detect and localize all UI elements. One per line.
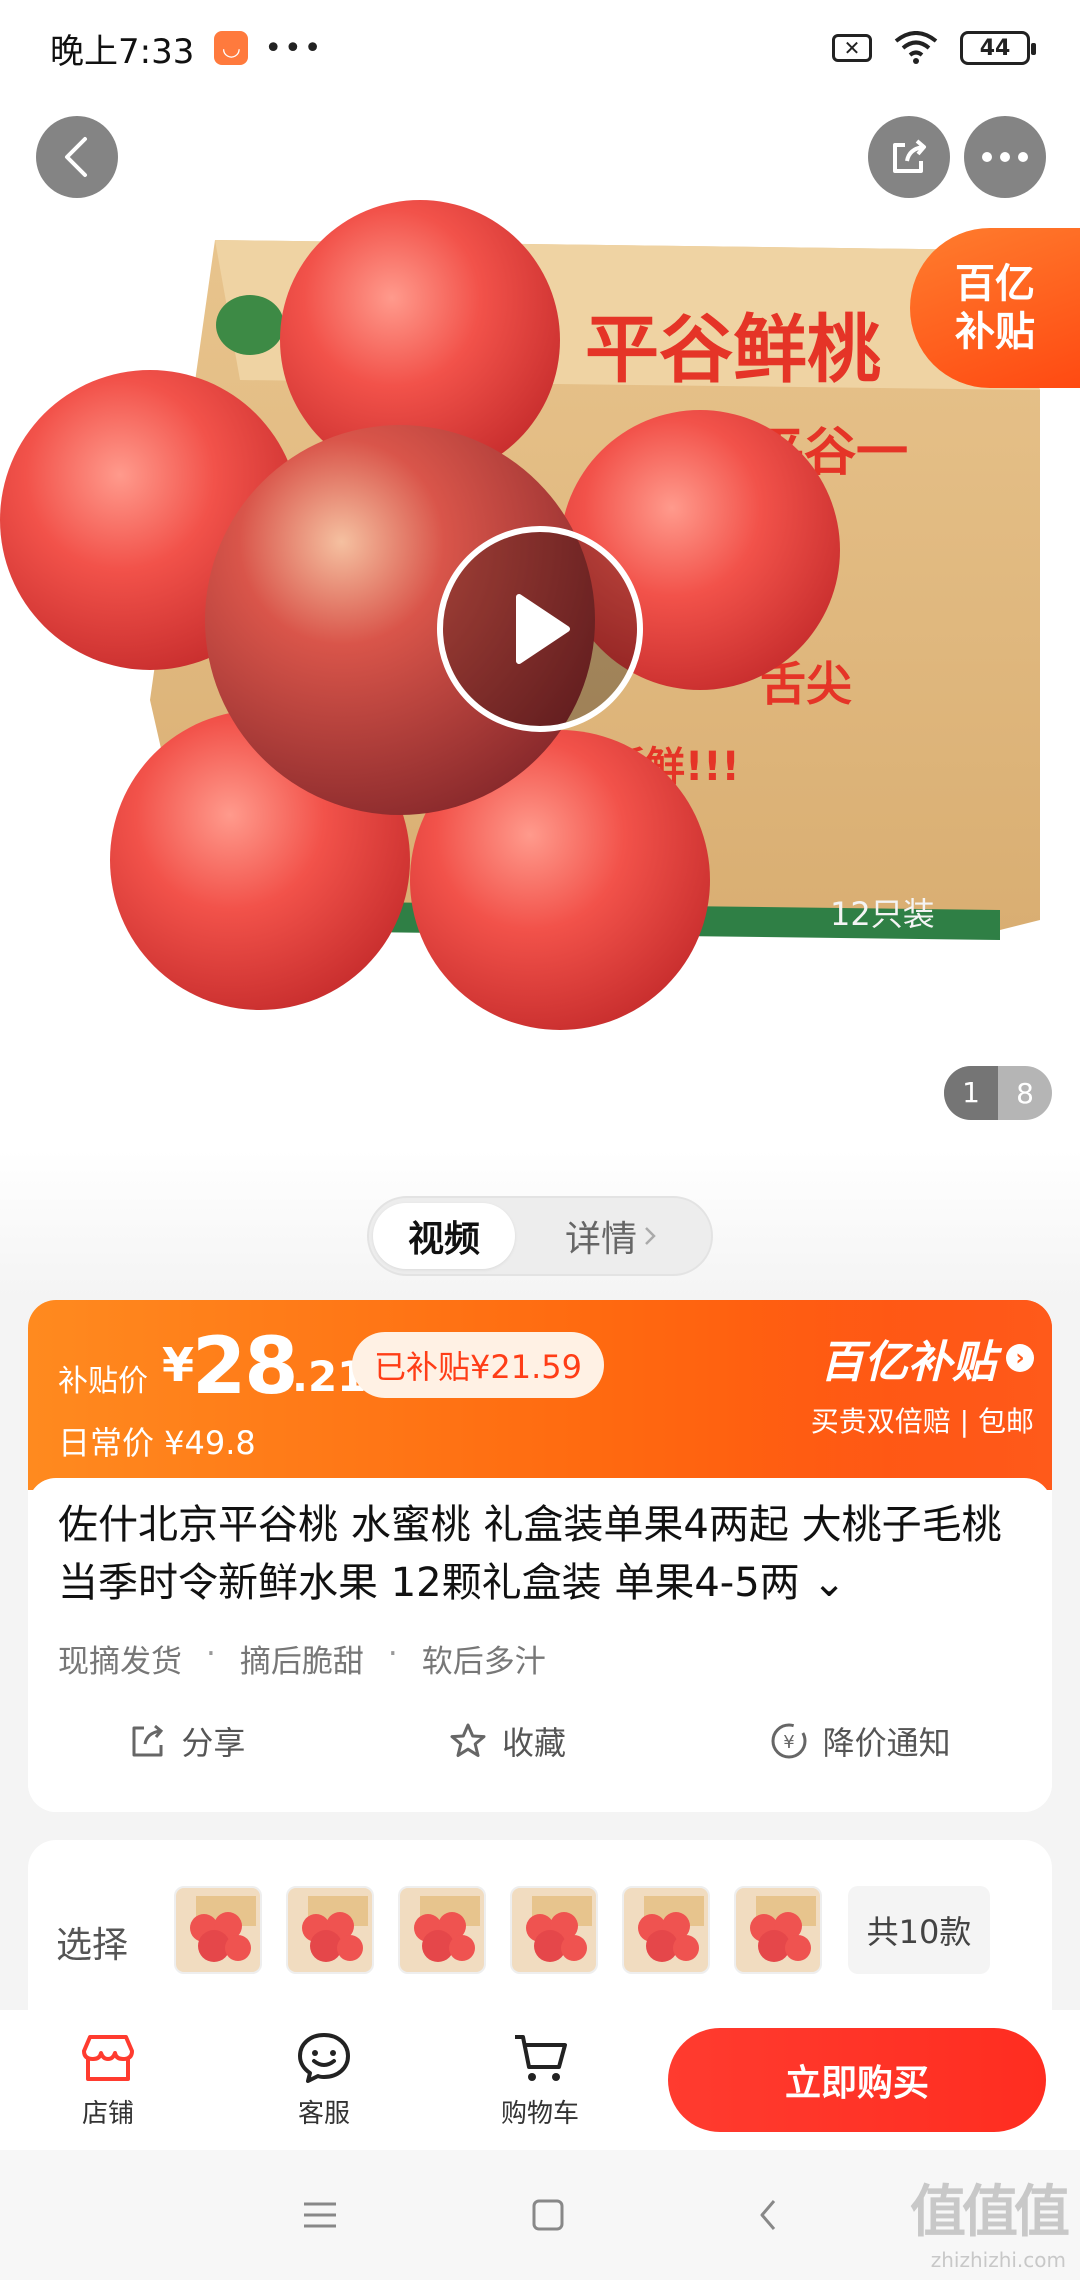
share-top-button[interactable] [868, 116, 950, 198]
favorite-button[interactable]: 收藏 [448, 1718, 566, 1764]
chat-smile-icon [298, 2032, 350, 2083]
subsidy-brand-logo: 百亿补贴 [820, 1337, 996, 1388]
sku-count-button[interactable]: 共10款 [848, 1886, 990, 1974]
subsidy-brand[interactable]: 百亿补贴 › 买贵双倍赔 | 包邮 [811, 1326, 1034, 1440]
page-total: 8 [1016, 1076, 1034, 1110]
product-tag: 现摘发货 [58, 1644, 182, 1680]
buy-now-button[interactable]: 立即购买 [668, 2028, 1046, 2132]
status-more-icon: ••• [264, 30, 324, 66]
customer-service-button[interactable]: 客服 [216, 2031, 432, 2130]
share-icon [893, 139, 926, 173]
wifi-icon [894, 31, 938, 64]
sku-thumbnail[interactable] [286, 1886, 374, 1974]
select-label: 选择 [56, 1925, 129, 1966]
sku-count: 共10款 [866, 1913, 972, 1951]
star-icon [450, 1723, 486, 1757]
peach-thumb-image [736, 1888, 820, 1972]
sku-thumbnail[interactable] [174, 1886, 262, 1974]
sim-off-icon: ✕ [832, 34, 872, 62]
tab-video[interactable]: 视频 [373, 1203, 515, 1269]
product-tags: 现摘发货 · 摘后脆甜 · 软后多汁 [58, 1636, 546, 1680]
price-currency: ¥ [162, 1338, 195, 1392]
box-title: 平谷鲜桃 [585, 307, 881, 393]
tab-detail-label: 详情 [564, 1219, 637, 1260]
taobao-notification-icon: ◡ [214, 31, 249, 65]
chevron-right-icon [645, 1227, 656, 1245]
shop-icon [82, 2034, 134, 2081]
subsidy-price-label: 补贴价 [58, 1364, 148, 1399]
buy-now-label: 立即购买 [784, 2063, 929, 2104]
product-info: 佐什北京平谷桃 水蜜桃 礼盒装单果4两起 大桃子毛桃当季时令新鲜水果 12颗礼盒… [28, 1478, 1052, 1812]
play-video-button[interactable] [437, 526, 643, 732]
watermark-main: 值值值 [910, 2180, 1070, 2245]
peach-thumb-image [176, 1888, 260, 1972]
back-triangle-icon[interactable] [756, 2197, 780, 2233]
image-page-indicator: 1 8 [944, 1066, 1052, 1120]
subsidy-brand-sub: 买贵双倍赔 | 包邮 [810, 1405, 1034, 1438]
cart-icon [515, 2034, 567, 2081]
play-icon [516, 594, 570, 664]
share-icon [132, 1724, 164, 1757]
svg-text:¥: ¥ [783, 1732, 794, 1753]
product-tag: 摘后脆甜 [239, 1644, 364, 1680]
site-watermark: 值值值 zhizhizhi.com [910, 2167, 1070, 2272]
cart-button[interactable]: 购物车 [432, 2031, 648, 2130]
sku-thumbnails [174, 1886, 822, 1974]
home-square-icon[interactable] [530, 2197, 566, 2233]
status-time: 晚上7:33 [50, 31, 195, 72]
shop-label: 店铺 [81, 2098, 134, 2129]
subsidy-tag-line1: 百亿 [955, 261, 1035, 307]
peach-thumb-image [512, 1888, 596, 1972]
more-button[interactable] [964, 116, 1046, 198]
price-alert-button[interactable]: ¥ 降价通知 [769, 1718, 951, 1764]
chevron-right-circle-icon: › [1006, 1344, 1034, 1372]
sku-thumbnail[interactable] [398, 1886, 486, 1974]
subsidized-amount-badge: 已补贴¥21.59 [352, 1332, 604, 1398]
subsidy-corner-tag: 百亿 补贴 [910, 228, 1080, 388]
customer-service-label: 客服 [297, 2098, 350, 2129]
menu-icon[interactable] [300, 2199, 340, 2231]
bottom-action-bar: 店铺 客服 购物车 立即购买 [0, 2010, 1080, 2150]
watermark-sub: zhizhizhi.com [930, 2248, 1066, 2272]
share-button[interactable]: 分享 [129, 1718, 245, 1764]
product-tag: 软后多汁 [421, 1644, 546, 1680]
battery-indicator: 44 [960, 31, 1036, 65]
daily-price: 日常价 ¥49.8 [58, 1424, 256, 1462]
price-integer: 28 [192, 1322, 299, 1412]
peach-thumb-image [400, 1888, 484, 1972]
chevron-left-icon [65, 137, 87, 177]
share-label: 分享 [181, 1724, 246, 1762]
product-image-carousel[interactable]: 平谷鲜桃 一平谷一 舌尖 的新鲜!!! 12只装 百亿 补贴 1 8 [0, 0, 1080, 1150]
subsidy-tag-line2: 补贴 [955, 309, 1035, 355]
price-card: 补贴价 ¥ 28 .21 已补贴¥21.59 日常价 ¥49.8 百亿补贴 › 买… [28, 1300, 1052, 1812]
peach-thumb-image [624, 1888, 708, 1972]
favorite-label: 收藏 [501, 1724, 566, 1762]
more-dots-icon [982, 152, 1028, 162]
media-switcher[interactable]: 视频 详情 [367, 1196, 713, 1276]
sku-thumbnail[interactable] [622, 1886, 710, 1974]
product-title[interactable]: 佐什北京平谷桃 水蜜桃 礼盒装单果4两起 大桃子毛桃当季时令新鲜水果 12颗礼盒… [58, 1496, 1038, 1612]
peach-thumb-image [288, 1888, 372, 1972]
product-actions: 分享 收藏 ¥ 降价通知 [28, 1718, 1052, 1764]
tab-video-label: 视频 [407, 1219, 480, 1260]
sku-thumbnail[interactable] [510, 1886, 598, 1974]
shop-button[interactable]: 店铺 [0, 2031, 216, 2130]
subsidy-price-band[interactable]: 补贴价 ¥ 28 .21 已补贴¥21.59 日常价 ¥49.8 百亿补贴 › 买… [28, 1300, 1052, 1490]
back-button[interactable] [36, 116, 118, 198]
page-current: 1 [944, 1066, 998, 1120]
price-alert-label: 降价通知 [822, 1724, 951, 1762]
yen-circle-icon: ¥ [771, 1723, 807, 1759]
cart-label: 购物车 [500, 2098, 579, 2129]
box-count: 12只装 [830, 895, 935, 933]
sku-thumbnail[interactable] [734, 1886, 822, 1974]
system-navigation-bar: 值值值 zhizhizhi.com [0, 2150, 1080, 2280]
tab-detail[interactable]: 详情 [515, 1210, 707, 1262]
status-bar: 晚上7:33 ◡ ••• ✕ 44 [0, 0, 1080, 96]
